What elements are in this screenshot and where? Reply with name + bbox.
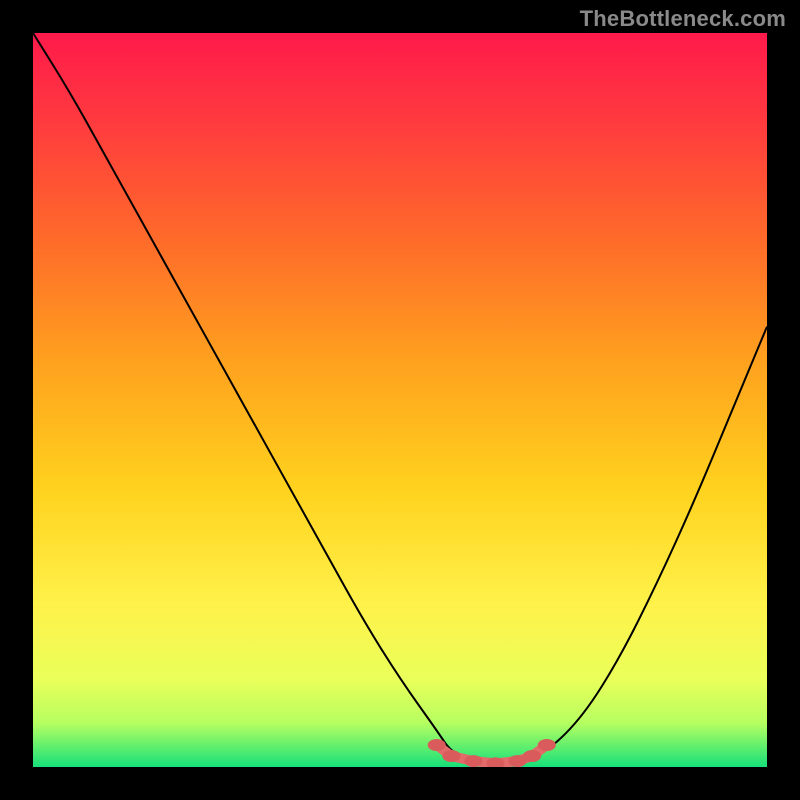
flat-segment-marker	[442, 750, 460, 762]
flat-segment-marker	[464, 755, 482, 767]
bottleneck-chart	[33, 33, 767, 767]
flat-segment-marker	[428, 739, 446, 751]
flat-segment-marker	[523, 750, 541, 762]
flat-segment-marker	[538, 739, 556, 751]
plot-area	[33, 33, 767, 767]
gradient-background	[33, 33, 767, 767]
watermark-text: TheBottleneck.com	[580, 6, 786, 32]
chart-frame: TheBottleneck.com	[0, 0, 800, 800]
